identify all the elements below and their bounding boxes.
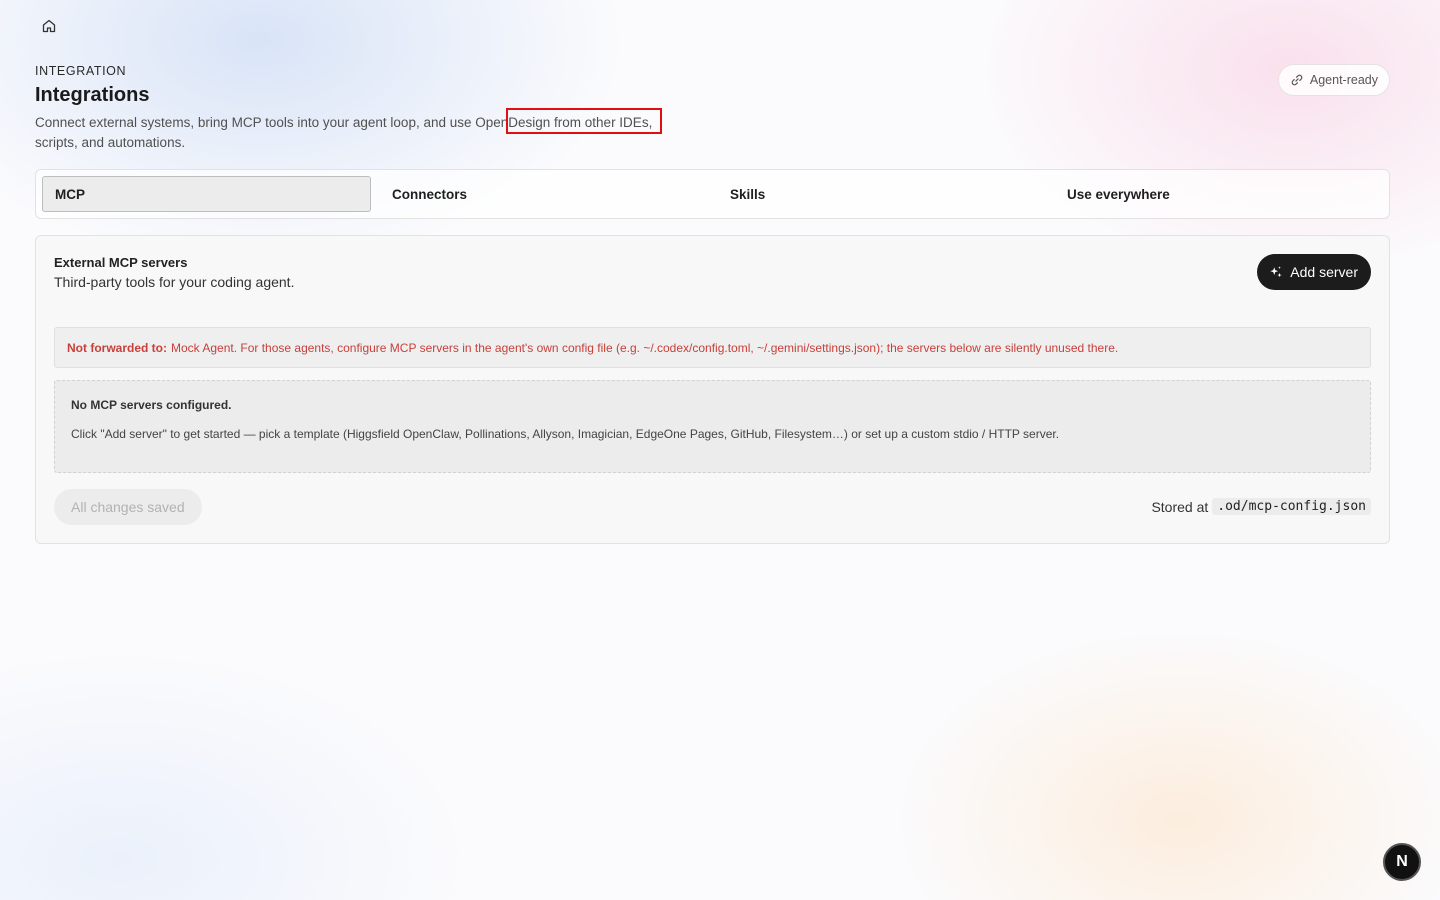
panel-subtitle: Third-party tools for your coding agent. (54, 274, 295, 290)
sparkle-icon (1270, 266, 1282, 278)
stored-prefix: Stored at (1151, 498, 1209, 515)
link-icon (1291, 74, 1303, 86)
page-title: Integrations (35, 84, 150, 106)
empty-state-text: Click "Add server" to get started — pick… (71, 427, 1060, 441)
integration-tabs: MCP Connectors Skills Use everywhere (35, 169, 1390, 219)
add-server-label: Add server (1290, 264, 1358, 280)
agent-ready-badge[interactable]: Agent-ready (1277, 64, 1390, 96)
stored-path: .od/mcp-config.json (1212, 498, 1371, 515)
add-server-button[interactable]: Add server (1257, 254, 1371, 290)
tab-use-everywhere[interactable]: Use everywhere (1046, 176, 1346, 212)
empty-state: No MCP servers configured. Click "Add se… (54, 380, 1371, 473)
agent-ready-label: Agent-ready (1309, 73, 1378, 87)
save-status-button[interactable]: All changes saved (54, 489, 202, 525)
tab-skills[interactable]: Skills (709, 176, 1046, 212)
home-icon (42, 19, 56, 33)
tab-connectors[interactable]: Connectors (371, 176, 709, 212)
tab-mcp[interactable]: MCP (42, 176, 371, 212)
empty-state-title: No MCP servers configured. (71, 398, 232, 412)
warning-prefix: Not forwarded to: (67, 340, 167, 355)
home-button[interactable] (35, 12, 63, 40)
dev-tools-badge[interactable]: N (1383, 843, 1421, 881)
stored-path-info: Stored at .od/mcp-config.json (1151, 498, 1371, 515)
not-forwarded-warning: Not forwarded to: Mock Agent. For those … (54, 327, 1371, 368)
page-eyebrow: INTEGRATION (35, 64, 127, 78)
panel-title: External MCP servers (54, 255, 188, 270)
mcp-servers-panel: External MCP servers Third-party tools f… (35, 235, 1390, 544)
page-header: INTEGRATION Integrations Connect externa… (35, 64, 1390, 153)
warning-text: Mock Agent. For those agents, configure … (171, 340, 1119, 355)
page-description: Connect external systems, bring MCP tool… (35, 115, 653, 150)
